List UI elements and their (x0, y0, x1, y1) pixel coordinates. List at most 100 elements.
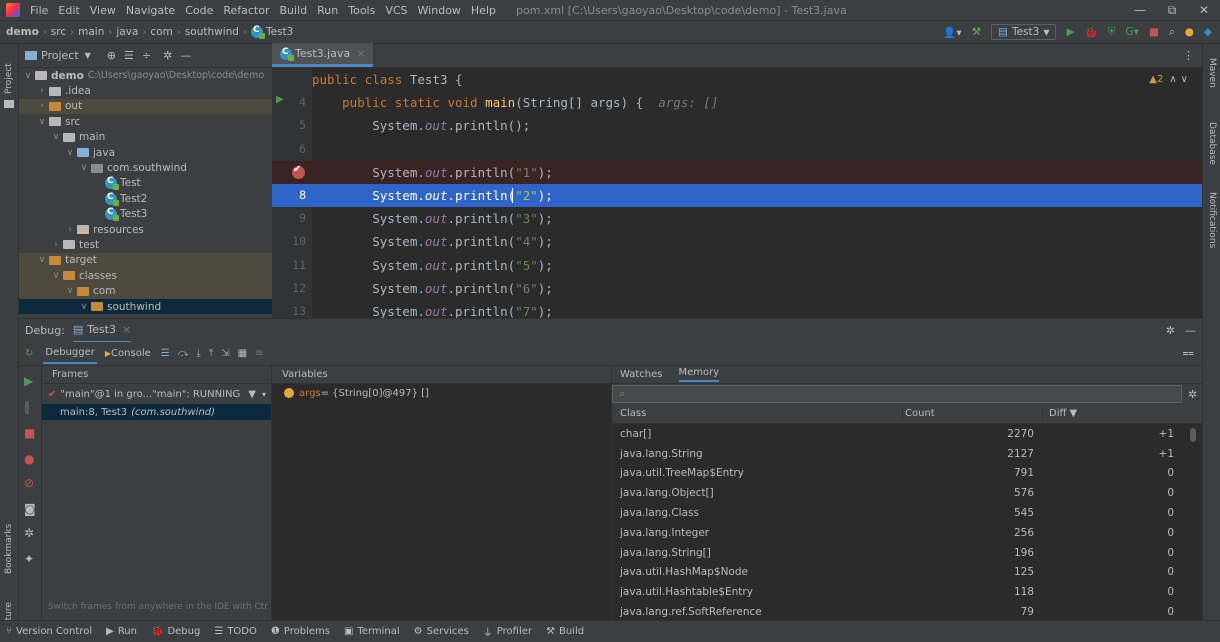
stripe-notifications-label[interactable]: Notifications (1207, 192, 1217, 248)
chevron-down-icon[interactable]: ∨ (79, 302, 89, 312)
tree-item-idea[interactable]: › .idea (19, 83, 272, 98)
tree-item-java[interactable]: ∨ java (19, 145, 272, 160)
tree-item-out[interactable]: › out (19, 98, 272, 115)
column-diff[interactable]: Diff ▼ (1042, 408, 1182, 419)
tree-item-comsouthwind[interactable]: ∨ com.southwind (19, 160, 272, 175)
debug-icon[interactable]: 🐞 (1085, 26, 1098, 39)
stripe-database-label[interactable]: Database (1207, 122, 1217, 165)
chevron-down-icon[interactable]: ▼ (85, 51, 91, 60)
tree-item-target[interactable]: ∨ target (19, 252, 272, 269)
minimize-button[interactable]: — (1124, 3, 1156, 17)
tool-button-todo[interactable]: ☰ TODO (214, 626, 257, 637)
breadcrumb-item[interactable]: com (150, 26, 172, 38)
tool-button-terminal[interactable]: ▣ Terminal (344, 626, 400, 637)
code-line[interactable]: System.out.println("2"); (312, 184, 1202, 208)
chevron-down-icon[interactable]: ∨ (65, 286, 75, 296)
memory-row[interactable]: java.lang.ref.SoftReference 79 0 (612, 602, 1182, 620)
memory-row[interactable]: java.lang.Class 545 0 (612, 503, 1182, 523)
stripe-bookmarks-label[interactable]: Bookmarks (4, 524, 14, 574)
gear-icon[interactable]: ✲ (1188, 388, 1197, 401)
column-count[interactable]: Count (902, 408, 1042, 419)
profile-icon[interactable]: G▾ (1126, 26, 1139, 38)
run-gutter-icon[interactable]: ▶ (276, 94, 284, 105)
show-execution-point-icon[interactable]: ☰ (161, 348, 170, 359)
gear-icon[interactable]: ✲ (163, 49, 172, 62)
project-stripe-icon[interactable] (4, 100, 14, 108)
evaluate-icon[interactable]: ▦ (238, 348, 247, 359)
tab-console[interactable]: Console (111, 348, 151, 359)
code-line[interactable]: System.out.println("4"); (312, 230, 1202, 253)
variable-row[interactable]: args = {String[0]@497} [] (272, 384, 611, 402)
menu-item-view[interactable]: View (90, 4, 116, 17)
breadcrumb-item[interactable]: Test3 (266, 26, 293, 38)
run-icon[interactable]: ▶ (1066, 26, 1074, 38)
breadcrumb-item[interactable]: java (116, 26, 138, 38)
tree-item-com[interactable]: ∨ com (19, 283, 272, 299)
stop-icon[interactable]: ■ (24, 426, 35, 440)
tree-item-classes[interactable]: ∨ classes (19, 268, 272, 284)
tab-memory[interactable]: Memory (678, 367, 720, 382)
column-class[interactable]: Class (612, 408, 902, 419)
filter-icon[interactable]: ▼ (248, 389, 256, 400)
tool-button-problems[interactable]: ❶ Problems (271, 626, 330, 637)
close-button[interactable]: ✕ (1188, 3, 1220, 17)
menu-item-run[interactable]: Run (317, 4, 338, 17)
hide-panel-icon[interactable]: — (1185, 324, 1196, 337)
close-icon[interactable]: × (122, 323, 131, 336)
camera-icon[interactable]: ◙ (24, 502, 36, 516)
menu-item-window[interactable]: Window (418, 4, 461, 17)
code-line[interactable]: System.out.println("7"); (312, 300, 1202, 318)
thread-selector[interactable]: ✔ "main"@1 in gro..."main": RUNNING ▼ ▾ (42, 384, 271, 404)
debug-session-tab[interactable]: ▤ Test3 × (72, 319, 132, 343)
stop-icon[interactable]: ■ (1149, 26, 1159, 38)
tree-item-southwind[interactable]: ∨ southwind (19, 298, 272, 315)
expand-all-icon[interactable]: ☰ (124, 49, 134, 62)
build-hammer-icon[interactable]: ⚒ (972, 26, 981, 38)
breadcrumb-item[interactable]: demo (6, 26, 39, 38)
tool-button-profiler[interactable]: ⏚ Profiler (483, 624, 532, 639)
code-line[interactable]: System.out.println("3"); (312, 207, 1202, 230)
editor-tab-test3[interactable]: Test3.java × (272, 43, 374, 67)
menu-item-navigate[interactable]: Navigate (126, 4, 175, 17)
menu-item-code[interactable]: Code (185, 4, 213, 17)
stripe-project-label[interactable]: Project (4, 63, 14, 94)
close-tab-icon[interactable]: × (356, 47, 365, 60)
gear-icon[interactable]: ✲ (1166, 324, 1175, 337)
user-icon[interactable]: 👤▾ (943, 26, 961, 39)
chevron-down-icon[interactable]: ∨ (23, 71, 33, 81)
step-out-icon[interactable]: ⤒ (209, 348, 213, 359)
tree-item-resources[interactable]: › resources (19, 222, 272, 237)
tool-button-version-control[interactable]: ⑂ Version Control (6, 626, 92, 637)
plugins-icon[interactable]: ◆ (1204, 26, 1212, 38)
chevron-down-icon[interactable]: ▾ (262, 390, 266, 399)
editor-gutter[interactable]: 4▶567✔891011121314 (272, 68, 312, 341)
collapse-all-icon[interactable]: ÷ (142, 49, 151, 62)
code-line[interactable]: public static void main(String[] args) {… (312, 91, 1202, 114)
tab-debugger[interactable]: Debugger (43, 343, 97, 364)
memory-row[interactable]: java.util.Hashtable$Entry 118 0 (612, 582, 1182, 602)
chevron-down-icon[interactable]: ∨ (65, 148, 75, 158)
menu-item-file[interactable]: File (30, 4, 48, 17)
update-icon[interactable]: ● (1185, 26, 1194, 38)
breadcrumb-item[interactable]: southwind (185, 26, 239, 38)
settings-icon[interactable]: ✲ (24, 526, 34, 540)
run-config-selector[interactable]: ▤ Test3 ▼ (991, 24, 1057, 40)
code-editor[interactable]: ▲2 ∧ ∨ public class Test3 { public stati… (312, 68, 1202, 318)
pause-icon[interactable]: ‖ (24, 400, 30, 414)
chevron-down-icon[interactable]: ∨ (51, 132, 61, 142)
memory-row[interactable]: java.lang.Object[] 576 0 (612, 483, 1182, 503)
tab-watches[interactable]: Watches (620, 369, 663, 380)
layout-icon[interactable]: ≡ (255, 348, 263, 359)
stripe-maven-label[interactable]: Maven (1207, 58, 1217, 88)
tree-item-test2[interactable]: Test2 (19, 191, 272, 206)
chevron-down-icon[interactable]: ∨ (37, 117, 47, 127)
chevron-down-icon[interactable]: ∨ (37, 255, 47, 265)
memory-row[interactable]: char[] 2270 +1 (612, 424, 1182, 444)
breadcrumb-item[interactable]: main (78, 26, 104, 38)
menu-item-refactor[interactable]: Refactor (223, 4, 269, 17)
tree-item-demo[interactable]: ∨ demo C:\Users\gaoyao\Desktop\code\demo (19, 68, 272, 83)
run-to-cursor-icon[interactable]: ⇲ (221, 348, 229, 359)
code-line[interactable]: public class Test3 { (312, 68, 1202, 91)
tool-button-build[interactable]: ⚒ Build (546, 626, 584, 637)
chevron-right-icon[interactable]: › (51, 240, 61, 250)
